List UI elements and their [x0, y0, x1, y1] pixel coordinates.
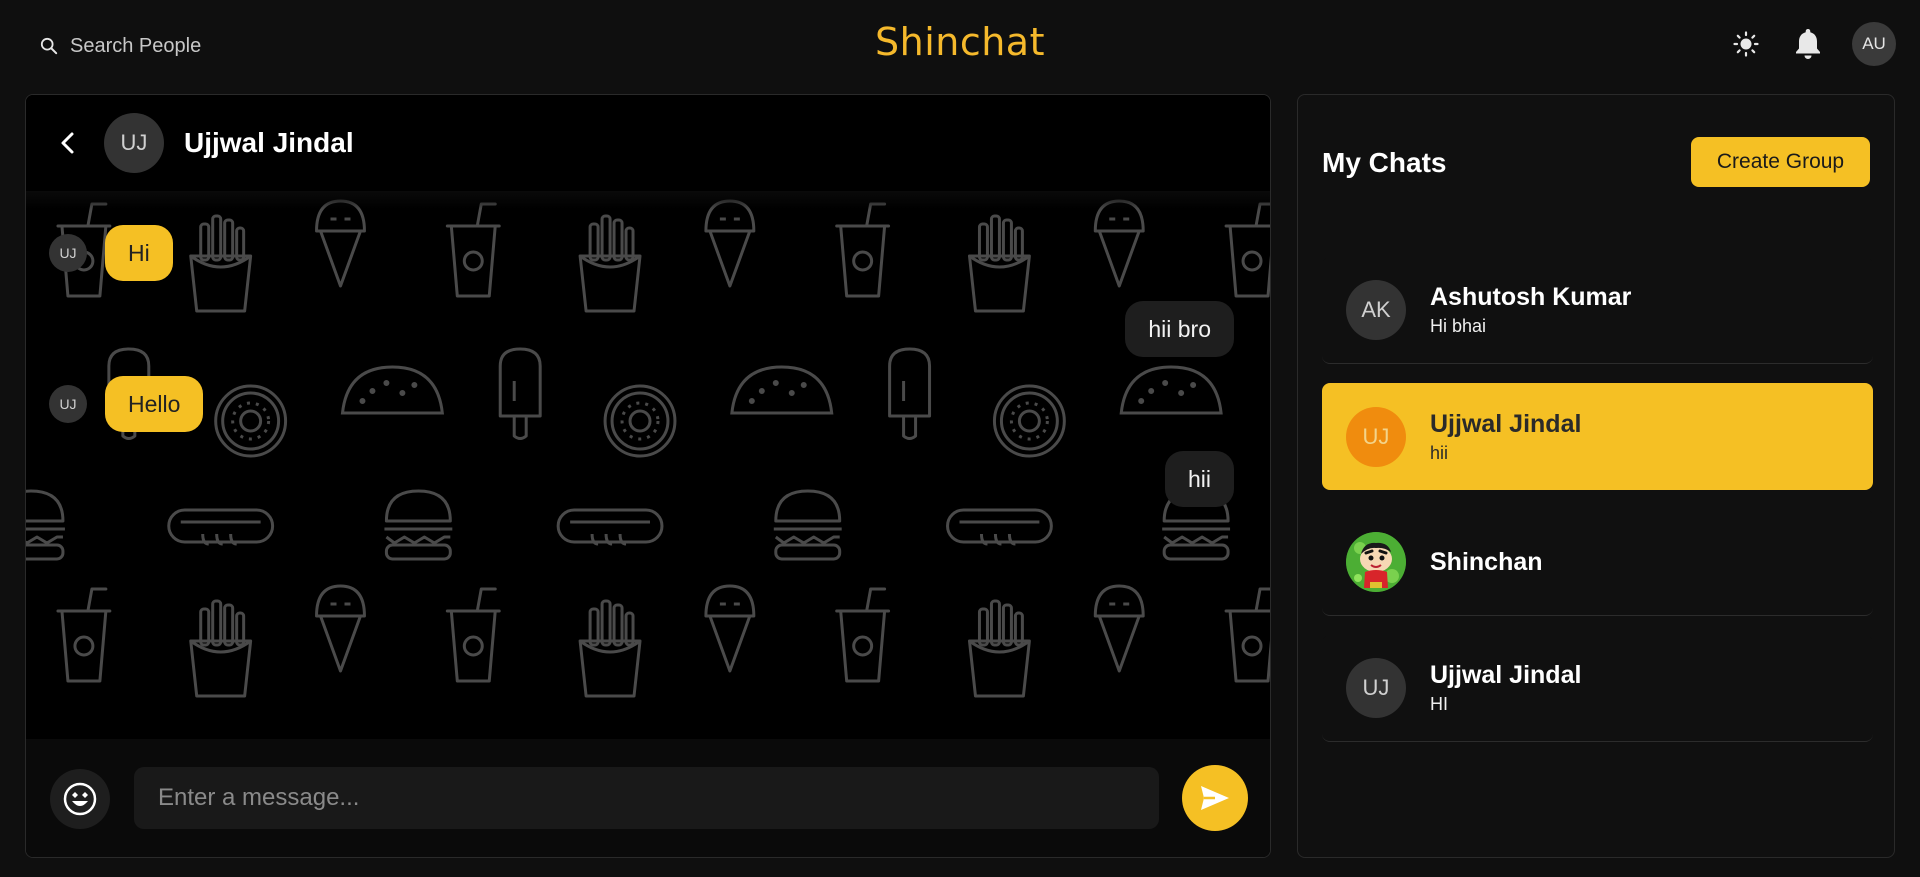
back-button[interactable] [48, 123, 88, 163]
shinchan-picture [1346, 532, 1406, 592]
chat-item-last-message: Hi bhai [1430, 316, 1487, 336]
chat-item-name: Ujjwal Jindal [1430, 409, 1582, 438]
chat-item-name: Shinchan [1430, 547, 1543, 576]
chat-item-name: Ujjwal Jindal [1430, 661, 1582, 689]
chat-item-last-message: HI [1430, 694, 1448, 714]
chat-header: UJ Ujjwal Jindal [26, 95, 1270, 191]
app-title: Shinchat [874, 20, 1045, 64]
emoji-picker-button[interactable] [50, 769, 110, 829]
top-bar: Search People Shinchat AU [0, 0, 1920, 94]
message-bubble-outgoing: hii bro [1125, 301, 1234, 357]
chat-panel: UJ Ujjwal Jindal UJ Hi hii bro UJ Hello … [25, 94, 1271, 858]
chat-list-item-active[interactable]: UJ Ujjwal Jindal hii [1322, 383, 1873, 490]
message-composer [26, 739, 1270, 857]
sender-avatar: UJ [49, 234, 87, 272]
message-bubble-outgoing: hii [1164, 451, 1234, 507]
user-avatar-button[interactable]: AU [1852, 22, 1896, 66]
message-row: hii [1164, 451, 1234, 507]
message-row: UJ Hi [49, 225, 173, 281]
my-chats-title: My Chats [1322, 147, 1447, 178]
emoji-icon [63, 782, 97, 816]
my-chats-panel: My Chats Create Group AK Ashutosh Kumar … [1297, 94, 1895, 858]
chat-item-last-message: hii [1430, 442, 1449, 463]
chat-item-avatar: UJ [1346, 658, 1406, 718]
chat-item-name: Ashutosh Kumar [1430, 283, 1632, 311]
chat-list-item[interactable]: AK Ashutosh Kumar Hi bhai [1322, 257, 1873, 364]
send-button[interactable] [1182, 765, 1248, 831]
message-bubble-incoming: Hi [105, 225, 173, 281]
chat-list-item[interactable]: Shinchan [1322, 509, 1873, 616]
sender-avatar: UJ [49, 385, 87, 423]
chat-item-avatar: UJ [1346, 406, 1406, 467]
search-label: Search People [70, 34, 202, 57]
send-icon [1201, 786, 1229, 810]
chat-avatar: UJ [104, 113, 164, 173]
message-input[interactable] [134, 767, 1159, 829]
search-icon [40, 37, 58, 55]
search-people-button[interactable]: Search People [40, 28, 201, 64]
chat-title: Ujjwal Jindal [184, 127, 354, 158]
bell-icon [1796, 29, 1820, 59]
chat-item-avatar: AK [1346, 280, 1406, 340]
message-row: UJ Hello [49, 376, 204, 432]
chat-list-item[interactable]: UJ Ujjwal Jindal HI [1322, 635, 1873, 742]
notifications-button[interactable] [1790, 26, 1826, 62]
message-row: hii bro [1125, 301, 1234, 357]
theme-toggle-button[interactable] [1728, 26, 1764, 62]
chevron-left-icon [61, 132, 74, 154]
message-bubble-incoming: Hello [105, 376, 204, 432]
create-group-button[interactable]: Create Group [1691, 137, 1870, 187]
sun-icon [1733, 31, 1759, 57]
shinchan-avatar [1346, 532, 1406, 592]
chat-list: AK Ashutosh Kumar Hi bhai UJ Ujjwal Jind… [1322, 257, 1873, 761]
